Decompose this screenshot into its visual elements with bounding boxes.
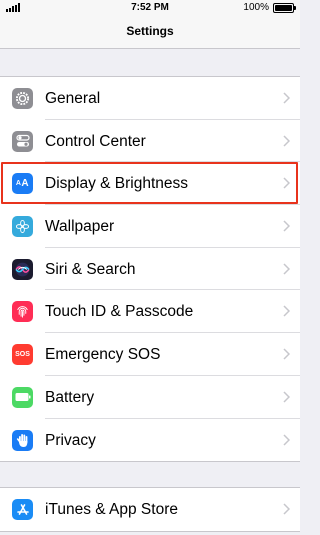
settings-row-emergency-sos[interactable]: SOS Emergency SOS xyxy=(0,333,300,376)
switches-icon xyxy=(12,130,33,152)
settings-row-touch-id-passcode[interactable]: Touch ID & Passcode xyxy=(0,290,300,334)
chevron-right-icon xyxy=(283,391,290,403)
settings-row-label: Siri & Search xyxy=(45,260,136,278)
fingerprint-icon xyxy=(12,301,33,323)
navigation-bar: Settings xyxy=(0,16,300,48)
settings-row-itunes-app-store[interactable]: iTunes & App Store xyxy=(0,488,300,531)
settings-row-label: Display & Brightness xyxy=(45,175,189,193)
app-store-icon xyxy=(12,499,33,520)
settings-row-display-brightness[interactable]: AA Display & Brightness xyxy=(0,162,300,206)
chevron-right-icon xyxy=(283,220,290,232)
battery-status-icon xyxy=(273,3,296,13)
settings-row-label: Touch ID & Passcode xyxy=(45,303,194,321)
battery-percentage: 100% xyxy=(243,2,269,13)
settings-row-wallpaper[interactable]: Wallpaper xyxy=(0,205,300,248)
settings-row-label: Emergency SOS xyxy=(45,346,161,364)
settings-row-label: General xyxy=(45,90,101,107)
settings-group-main: General Control Center AA Display & Brig… xyxy=(0,76,300,463)
settings-row-label: Privacy xyxy=(45,431,96,449)
chevron-right-icon xyxy=(283,263,290,275)
sos-icon: SOS xyxy=(12,344,33,366)
settings-row-control-center[interactable]: Control Center xyxy=(0,120,300,163)
sos-icon-text: SOS xyxy=(15,351,30,359)
text-size-icon: AA xyxy=(12,173,33,195)
siri-icon xyxy=(12,258,33,280)
settings-row-siri-search[interactable]: Siri & Search xyxy=(0,248,300,291)
nav-divider xyxy=(0,48,300,49)
settings-row-general[interactable]: General xyxy=(0,77,300,120)
chevron-right-icon xyxy=(283,92,290,104)
gear-icon xyxy=(12,88,33,109)
chevron-right-icon xyxy=(283,348,290,360)
settings-row-label: iTunes & App Store xyxy=(45,501,178,518)
settings-group-store: iTunes & App Store xyxy=(0,487,300,532)
flower-icon xyxy=(12,216,33,238)
battery-icon xyxy=(12,386,33,408)
settings-row-label: Battery xyxy=(45,388,95,406)
settings-row-label: Wallpaper xyxy=(45,218,115,236)
chevron-right-icon xyxy=(283,177,290,189)
status-bar: 7:52 PM 100% xyxy=(0,0,300,16)
page-title: Settings xyxy=(126,24,174,38)
chevron-right-icon xyxy=(283,305,290,317)
hand-icon xyxy=(12,429,33,451)
chevron-right-icon xyxy=(283,503,290,515)
settings-row-label: Control Center xyxy=(45,132,146,150)
chevron-right-icon xyxy=(283,433,290,446)
settings-row-battery[interactable]: Battery xyxy=(0,376,300,419)
chevron-right-icon xyxy=(283,135,290,147)
settings-row-privacy[interactable]: Privacy xyxy=(0,419,300,462)
